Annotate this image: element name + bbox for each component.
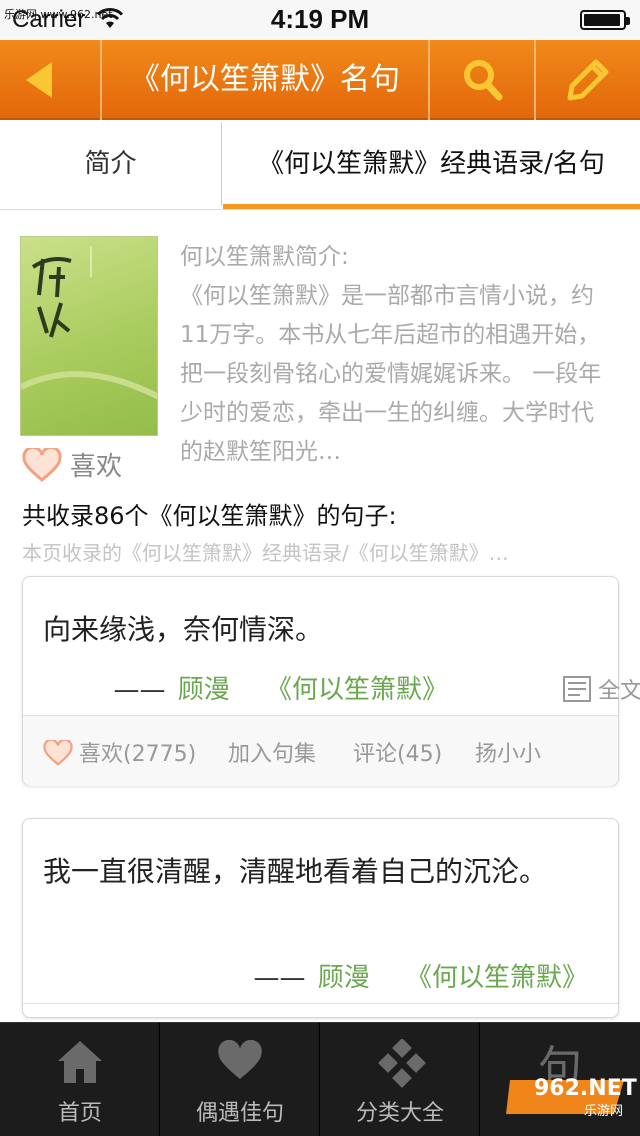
battery-icon <box>580 10 630 30</box>
site-watermark: 962.NET 乐游网 <box>504 1074 637 1120</box>
book-link[interactable]: 《何以笙箫默》 <box>406 963 588 993</box>
heart-icon <box>22 448 62 482</box>
document-icon <box>563 676 591 702</box>
quote-attribution: —— 顾漫 《何以笙箫默》 <box>253 957 588 997</box>
contributor-link[interactable]: 扬小小 <box>475 736 541 768</box>
tab-categories-label: 分类大全 <box>355 1101 444 1126</box>
bottom-tab-bar: 首页 偶遇佳句 分类大全 句 962.NET 乐游网 <box>0 1022 640 1136</box>
tab-intro[interactable]: 简介 <box>0 122 222 206</box>
quote-text: 向来缘浅，奈何情深。 <box>43 613 324 646</box>
quote-card[interactable]: 我一直很清醒，清醒地看着自己的沉沦。 —— 顾漫 《何以笙箫默》 <box>22 818 619 1018</box>
author-link[interactable]: 顾漫 <box>318 963 370 993</box>
book-link[interactable]: 《何以笙箫默》 <box>266 675 448 705</box>
quote-text: 我一直很清醒，清醒地看着自己的沉沦。 <box>43 855 548 888</box>
book-cover-art <box>21 247 157 400</box>
fulltext-label: 全文 <box>598 679 640 704</box>
status-bar: Carrier 乐游网 www.962.net 4:19 PM <box>0 0 640 40</box>
quote-action-bar: 喜欢(2775) 加入句集 评论(45) 扬小小 <box>23 716 618 786</box>
tab-categories[interactable]: 分类大全 <box>320 1023 480 1136</box>
attribution-dash: —— <box>253 963 306 993</box>
home-icon <box>58 1041 102 1083</box>
watermark-sub: 乐游网 <box>584 1104 624 1119</box>
tab-home[interactable]: 首页 <box>0 1023 160 1136</box>
intro-heading: 何以笙箫默简介: <box>180 244 349 270</box>
back-button[interactable] <box>0 40 100 120</box>
collection-subtitle: 本页收录的《何以笙箫默》经典语录/《何以笙箫默》… <box>22 541 509 565</box>
book-cover-image[interactable] <box>20 236 158 436</box>
add-to-collection-button[interactable]: 加入句集 <box>228 736 316 768</box>
tab-discover-label: 偶遇佳句 <box>195 1101 284 1126</box>
card-divider <box>23 1003 618 1004</box>
heart-icon <box>218 1039 262 1079</box>
quote-card[interactable]: 向来缘浅，奈何情深。 —— 顾漫 《何以笙箫默》 全文 喜欢(2775) 加入句… <box>22 576 640 786</box>
pencil-icon <box>567 59 609 101</box>
book-like-label: 喜欢 <box>70 452 123 482</box>
selected-tab-indicator <box>223 204 640 209</box>
tab-discover[interactable]: 偶遇佳句 <box>160 1023 320 1136</box>
quote-attribution: —— 顾漫 《何以笙箫默》 <box>113 669 448 709</box>
collection-total: 共收录86个《何以笙箫默》的句子: <box>22 502 397 530</box>
intro-summary: 何以笙箫默简介: 《何以笙箫默》是一部都市言情小说，约11万字。本书从七年后超市… <box>180 238 610 472</box>
segment-tabs: 简介 《何以笙箫默》经典语录/名句 <box>0 122 640 210</box>
battery-level <box>584 14 621 26</box>
heart-icon <box>43 740 73 766</box>
attribution-dash: —— <box>113 675 166 705</box>
search-icon <box>464 60 503 101</box>
nav-bar: 《何以笙箫默》名句 <box>0 40 640 120</box>
edit-button[interactable] <box>536 40 640 120</box>
tab-quotes[interactable]: 《何以笙箫默》经典语录/名句 <box>223 122 640 206</box>
search-button[interactable] <box>430 40 534 120</box>
comment-button[interactable]: 评论(45) <box>353 736 442 768</box>
status-time: 4:19 PM <box>270 4 370 34</box>
category-icon <box>378 1039 426 1088</box>
back-arrow-icon <box>26 62 52 98</box>
watermark-text: 962.NET <box>534 1076 637 1101</box>
intro-body: 《何以笙箫默》是一部都市言情小说，约11万字。本书从七年后超市的相遇开始，把一段… <box>180 283 602 465</box>
page-title: 《何以笙箫默》名句 <box>130 62 400 97</box>
quote-like-count: 喜欢(2775) <box>79 742 197 767</box>
author-link[interactable]: 顾漫 <box>178 675 230 705</box>
tab-home-label: 首页 <box>57 1101 102 1126</box>
